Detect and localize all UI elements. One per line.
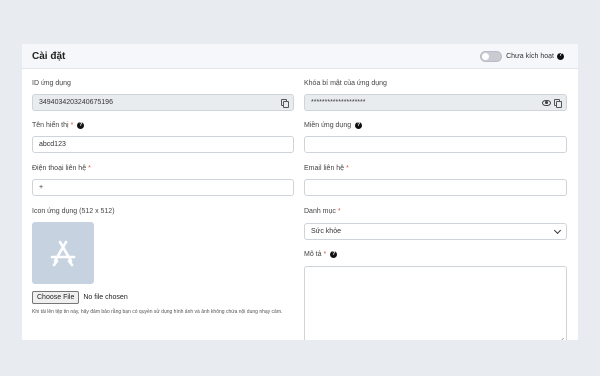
- secret-key-value: ********************: [311, 99, 366, 106]
- app-id-value: 3494034203240675196: [39, 99, 113, 106]
- display-name-label: Tên hiển thị * ?: [32, 122, 85, 129]
- icon-label: Icon ứng dụng (512 x 512): [32, 208, 115, 215]
- email-label-text: Email liên hệ: [304, 165, 345, 172]
- help-icon[interactable]: ?: [557, 52, 564, 60]
- eye-icon[interactable]: [542, 99, 551, 106]
- activation-label: Chưa kích hoạt: [506, 52, 554, 60]
- domain-input[interactable]: [304, 136, 567, 153]
- app-id-label-text: ID ứng dụng: [32, 80, 71, 87]
- display-name-label-text: Tên hiển thị: [32, 122, 69, 129]
- app-id-field[interactable]: 3494034203240675196: [32, 94, 294, 111]
- display-name-input[interactable]: abcd123: [32, 136, 294, 153]
- choose-file-button[interactable]: Choose File: [32, 291, 80, 304]
- toggle-knob: [482, 52, 490, 60]
- file-status: No file chosen: [83, 294, 128, 301]
- file-picker: Choose File No file chosen: [32, 291, 128, 304]
- help-icon[interactable]: ?: [330, 251, 338, 258]
- secret-key-field[interactable]: ********************: [304, 94, 567, 111]
- phone-input[interactable]: +: [32, 179, 294, 196]
- secret-key-label-text: Khóa bí mật của ứng dụng: [304, 80, 387, 87]
- required-mark: *: [346, 165, 349, 172]
- domain-label-text: Miền ứng dụng: [304, 122, 352, 129]
- secret-key-label: Khóa bí mật của ứng dụng: [304, 80, 387, 87]
- required-mark: *: [70, 122, 74, 129]
- resize-handle[interactable]: [559, 338, 564, 340]
- card-header: Cài đặt Chưa kích hoạt ?: [22, 44, 578, 69]
- app-store-icon: [50, 240, 76, 267]
- description-textarea[interactable]: [304, 266, 567, 340]
- phone-label-text: Điện thoại liên hệ: [32, 165, 87, 172]
- email-label: Email liên hệ *: [304, 165, 349, 172]
- display-name-value: abcd123: [39, 141, 66, 148]
- email-input[interactable]: [304, 179, 567, 196]
- app-icon-placeholder: [32, 222, 94, 284]
- icon-label-text: Icon ứng dụng (512 x 512): [32, 208, 115, 215]
- upload-note: Khi tải lên tệp tin này, hãy đảm bảo rằn…: [32, 309, 283, 315]
- required-mark: *: [323, 251, 327, 258]
- category-label: Danh mục *: [304, 208, 341, 215]
- description-label-text: Mô tả: [304, 251, 322, 258]
- category-value: Sức khỏe: [311, 228, 341, 235]
- category-select[interactable]: Sức khỏe: [304, 223, 567, 240]
- activation-status: Chưa kích hoạt ?: [480, 50, 564, 62]
- domain-label: Miền ứng dụng ?: [304, 122, 363, 129]
- help-icon[interactable]: ?: [355, 122, 363, 129]
- help-icon[interactable]: ?: [77, 122, 85, 129]
- page-title: Cài đặt: [32, 50, 66, 62]
- description-label: Mô tả * ?: [304, 251, 338, 258]
- activation-toggle[interactable]: [480, 50, 503, 62]
- required-mark: *: [88, 165, 91, 172]
- copy-icon[interactable]: [281, 99, 289, 108]
- chevron-down-icon: [553, 226, 562, 235]
- phone-label: Điện thoại liên hệ *: [32, 165, 91, 172]
- copy-icon[interactable]: [554, 99, 562, 108]
- required-mark: *: [337, 208, 341, 215]
- app-id-label: ID ứng dụng: [32, 80, 71, 87]
- settings-card: Cài đặt Chưa kích hoạt ? ID ứng dụng 349…: [22, 44, 578, 340]
- phone-value: +: [39, 184, 44, 191]
- category-label-text: Danh mục: [304, 208, 336, 215]
